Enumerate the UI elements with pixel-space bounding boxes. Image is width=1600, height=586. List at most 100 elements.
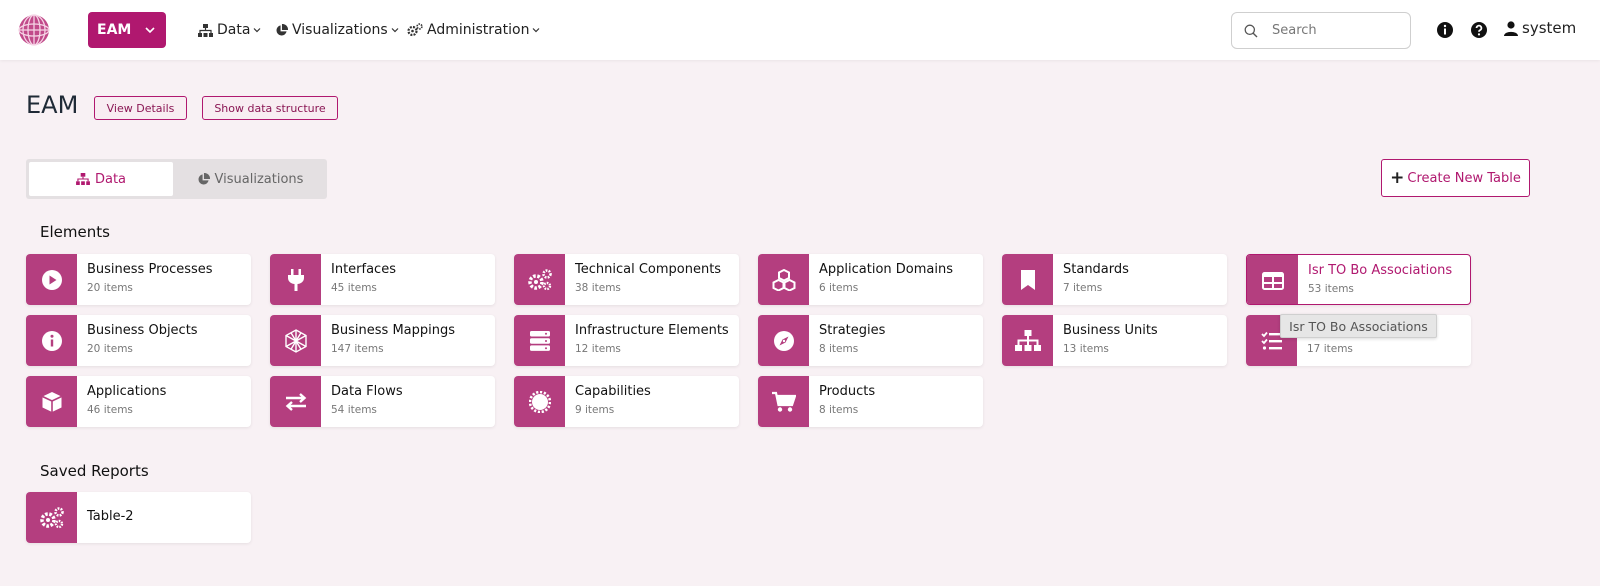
cogs-icon xyxy=(527,268,552,290)
table-icon xyxy=(1261,271,1284,290)
element-name: Data Flows xyxy=(331,384,403,399)
element-card[interactable]: Products 8 items xyxy=(758,376,983,427)
app-switcher-label: EAM xyxy=(97,22,132,38)
element-card[interactable]: Business Mappings 147 items xyxy=(270,315,495,366)
element-name: Products xyxy=(819,384,876,399)
play-icon xyxy=(41,269,62,290)
tab-visualizations[interactable]: Visualizations xyxy=(176,162,324,196)
element-name: Standards xyxy=(1063,262,1129,277)
element-count: 45 items xyxy=(331,282,377,294)
element-count: 12 items xyxy=(575,343,621,355)
element-name: Business Processes xyxy=(87,262,213,277)
element-card[interactable]: Business Units 13 items xyxy=(1002,315,1227,366)
pie-chart-icon xyxy=(198,172,210,185)
element-name: Interfaces xyxy=(331,262,396,277)
element-card[interactable]: Capabilities 9 items xyxy=(514,376,739,427)
element-card[interactable]: Technical Components 38 items xyxy=(514,254,739,305)
saved-report-card[interactable]: Table-2 xyxy=(26,492,251,543)
element-card[interactable]: Application Domains 6 items xyxy=(758,254,983,305)
element-count: 7 items xyxy=(1063,282,1103,294)
create-new-table-label: Create New Table xyxy=(1407,170,1521,186)
card-tooltip: Isr TO Bo Associations xyxy=(1280,314,1437,338)
cubes-icon xyxy=(772,268,795,291)
certificate-icon xyxy=(528,390,551,413)
element-card[interactable]: Business Processes 20 items xyxy=(26,254,251,305)
create-new-table-button[interactable]: + Create New Table xyxy=(1381,159,1530,197)
sitemap-icon xyxy=(198,23,213,37)
user-name: system xyxy=(1522,19,1577,37)
element-card[interactable]: Data Flows 54 items xyxy=(270,376,495,427)
search-input[interactable] xyxy=(1272,23,1392,38)
page-title: EAM xyxy=(26,91,79,119)
cube-icon xyxy=(41,391,62,412)
user-menu[interactable]: system xyxy=(1504,19,1576,37)
plus-icon: + xyxy=(1390,167,1405,188)
cart-icon xyxy=(771,391,796,412)
element-card[interactable]: Applications 46 items xyxy=(26,376,251,427)
compass-icon xyxy=(773,330,794,351)
nav-visualizations[interactable]: Visualizations xyxy=(275,18,399,42)
bookmark-icon xyxy=(1020,269,1035,290)
element-card[interactable]: Business Objects 20 items xyxy=(26,315,251,366)
tab-data[interactable]: Data xyxy=(29,162,173,196)
chevron-down-icon xyxy=(533,28,540,33)
element-name: Business Objects xyxy=(87,323,198,338)
top-navigation-bar: EAM Data Visualizations Administration s… xyxy=(0,0,1600,60)
element-count: 20 items xyxy=(87,282,133,294)
show-data-structure-button[interactable]: Show data structure xyxy=(202,96,338,120)
element-name: Capabilities xyxy=(575,384,651,399)
pie-chart-icon xyxy=(276,23,288,36)
element-count: 9 items xyxy=(575,404,615,416)
search-icon xyxy=(1244,24,1258,37)
element-name: Isr TO Bo Associations xyxy=(1308,263,1453,278)
chevron-down-icon xyxy=(391,28,399,33)
element-name: Strategies xyxy=(819,323,886,338)
chevron-down-icon xyxy=(145,27,155,34)
element-count: 17 items xyxy=(1307,343,1353,355)
saved-report-name: Table-2 xyxy=(87,509,134,524)
saved-reports-heading: Saved Reports xyxy=(40,462,149,480)
element-name: Business Units xyxy=(1063,323,1158,338)
globe-logo-icon[interactable] xyxy=(18,14,50,46)
element-name: Technical Components xyxy=(575,262,722,277)
element-card[interactable]: Isr TO Bo Associations 53 items xyxy=(1246,254,1471,305)
hexagon-icon xyxy=(284,328,307,353)
plug-icon xyxy=(287,268,304,291)
user-icon xyxy=(1504,20,1518,36)
nav-data[interactable]: Data xyxy=(198,18,261,42)
view-tabs: Data Visualizations xyxy=(26,159,327,199)
view-details-button[interactable]: View Details xyxy=(94,96,187,120)
sitemap-icon xyxy=(1014,329,1041,351)
element-card[interactable]: Infrastructure Elements 12 items xyxy=(514,315,739,366)
element-count: 147 items xyxy=(331,343,384,355)
search-box[interactable] xyxy=(1231,12,1411,49)
element-name: Applications xyxy=(87,384,167,399)
tab-data-label: Data xyxy=(94,171,127,187)
element-card[interactable]: Interfaces 45 items xyxy=(270,254,495,305)
element-count: 38 items xyxy=(575,282,621,294)
nav-administration[interactable]: Administration xyxy=(407,18,540,42)
elements-heading: Elements xyxy=(40,223,110,241)
nav-visualizations-label: Visualizations xyxy=(292,22,388,38)
element-count: 53 items xyxy=(1308,283,1354,295)
element-name: Infrastructure Elements xyxy=(575,323,729,338)
exchange-icon xyxy=(285,392,306,411)
info-icon xyxy=(41,330,62,351)
info-icon[interactable] xyxy=(1436,21,1454,39)
help-icon[interactable] xyxy=(1470,21,1488,39)
element-count: 8 items xyxy=(819,343,859,355)
chevron-down-icon xyxy=(254,28,261,33)
element-name: Application Domains xyxy=(819,262,953,277)
app-switcher-button[interactable]: EAM xyxy=(88,12,166,48)
element-count: 13 items xyxy=(1063,343,1109,355)
tab-visualizations-label: Visualizations xyxy=(214,171,304,187)
nav-data-label: Data xyxy=(217,22,251,38)
sitemap-icon xyxy=(76,173,90,185)
element-count: 6 items xyxy=(819,282,859,294)
element-card[interactable]: Strategies 8 items xyxy=(758,315,983,366)
element-name: Business Mappings xyxy=(331,323,456,338)
element-count: 8 items xyxy=(819,404,859,416)
element-card[interactable]: Standards 7 items xyxy=(1002,254,1227,305)
element-count: 20 items xyxy=(87,343,133,355)
cogs-icon xyxy=(407,23,423,37)
